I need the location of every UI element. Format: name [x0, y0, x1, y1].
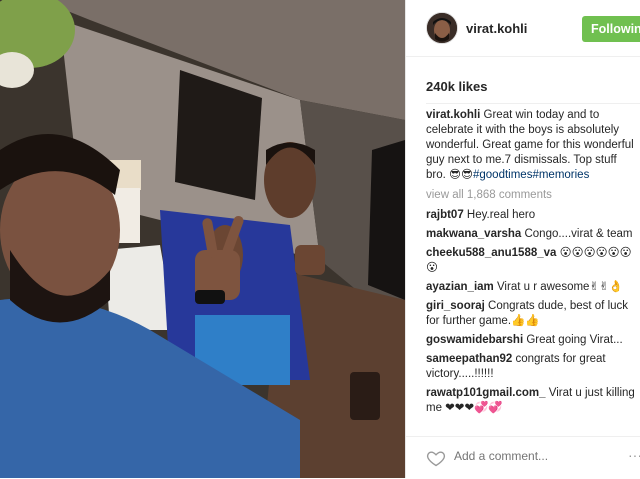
author-username[interactable]: virat.kohli — [466, 21, 527, 36]
add-comment-input[interactable] — [454, 449, 604, 463]
comment-username[interactable]: makwana_varsha — [426, 228, 521, 240]
avatar-image — [427, 13, 457, 43]
following-button[interactable]: Following — [582, 16, 640, 42]
caption-username[interactable]: virat.kohli — [426, 109, 480, 121]
comment-username[interactable]: giri_sooraj — [426, 300, 485, 312]
view-all-comments-link[interactable]: view all 1,868 comments — [426, 188, 638, 203]
comment-item: cheeku588_anu1588_va 😮😮😮😮😮😮😮 — [426, 246, 638, 276]
comment-username[interactable]: cheeku588_anu1588_va — [426, 247, 556, 259]
comment-text: Congo....virat & team — [524, 228, 633, 240]
comment-username[interactable]: rajbt07 — [426, 209, 464, 221]
comment-text: Great going Virat... — [526, 334, 623, 346]
comment-username[interactable]: rawatp101gmail.com_ — [426, 387, 546, 399]
more-options-icon[interactable]: ··· — [628, 447, 640, 463]
caption: virat.kohli Great win today and to celeb… — [426, 108, 638, 183]
author-avatar[interactable] — [426, 12, 458, 44]
comment-text: Virat u r awesome✌✌👌 — [496, 281, 624, 293]
post-header: virat.kohli Following — [406, 0, 640, 57]
comment-item: goswamidebarshi Great going Virat... — [426, 333, 638, 348]
comment-list: virat.kohli Great win today and to celeb… — [426, 108, 638, 420]
selfie-image — [0, 0, 405, 478]
divider — [426, 103, 640, 104]
comment-username[interactable]: sameepathan92 — [426, 353, 512, 365]
heart-icon[interactable] — [426, 448, 446, 468]
comment-item: rawatp101gmail.com_ Virat u just killing… — [426, 386, 638, 416]
comment-username[interactable]: goswamidebarshi — [426, 334, 523, 346]
comment-item: ayazian_iam Virat u r awesome✌✌👌 — [426, 280, 638, 295]
comment-username[interactable]: ayazian_iam — [426, 281, 494, 293]
comment-item: rajbt07 Hey.real hero — [426, 208, 638, 223]
comment-item: sameepathan92 congrats for great victory… — [426, 352, 638, 382]
comment-text: Hey.real hero — [466, 209, 536, 221]
post-side-panel: virat.kohli Following 240k likes virat.k… — [405, 0, 640, 478]
add-comment-bar: ··· — [406, 436, 640, 479]
like-count[interactable]: 240k likes — [426, 79, 487, 94]
comment-item: makwana_varsha Congo....virat & team — [426, 227, 638, 242]
comment-item: giri_sooraj Congrats dude, best of luck … — [426, 299, 638, 329]
caption-hashtags[interactable]: #goodtimes#memories — [473, 169, 589, 181]
post-photo — [0, 0, 405, 478]
